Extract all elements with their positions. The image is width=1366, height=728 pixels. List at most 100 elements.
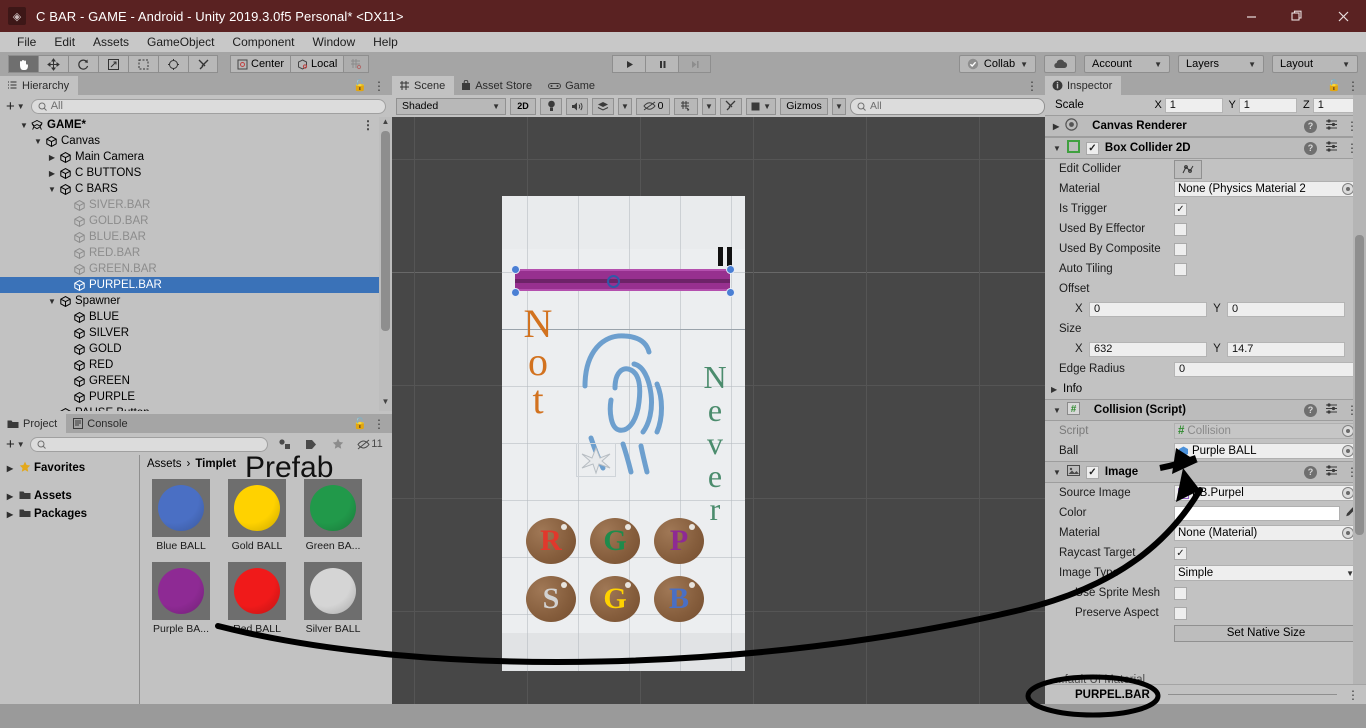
used-by-effector-checkbox[interactable] (1174, 222, 1187, 236)
hidden-packages-toggle[interactable]: 11 (354, 436, 386, 452)
scale-x-field[interactable]: 1 (1164, 97, 1223, 113)
hierarchy-item-gold[interactable]: ▶GOLD (0, 341, 392, 357)
close-button[interactable] (1320, 0, 1366, 32)
chevron-down-icon[interactable]: ▼ (18, 121, 30, 130)
rotate-tool-icon[interactable] (68, 55, 98, 73)
gizmo-handle-bl[interactable] (511, 288, 520, 297)
hand-tool-icon[interactable] (8, 55, 38, 73)
filter-by-type-icon[interactable] (273, 436, 295, 452)
chevron-right-icon[interactable]: ▶ (1051, 385, 1063, 394)
edit-collider-button[interactable] (1174, 159, 1202, 179)
hierarchy-item-pause-button[interactable]: ▶PAUSE Button (0, 405, 392, 411)
transform-tool-icon[interactable] (158, 55, 188, 73)
hierarchy-menu-icon[interactable]: ⋮ (373, 80, 385, 92)
maximize-button[interactable] (1274, 0, 1320, 32)
chevron-right-icon[interactable]: ▶ (46, 153, 58, 162)
collider-material-field[interactable]: None (Physics Material 2 (1174, 181, 1358, 197)
hierarchy-item-purpel-bar[interactable]: ▶PURPEL.BAR (0, 277, 392, 293)
tab-inspector[interactable]: Inspector (1045, 76, 1122, 95)
preset-icon[interactable] (1325, 403, 1338, 417)
pivot-mode-button[interactable]: Center (230, 55, 291, 73)
coin-g-4[interactable]: G (590, 576, 640, 622)
tab-scene[interactable]: Scene (392, 76, 455, 95)
asset-item[interactable]: Green BA... (304, 479, 362, 552)
chevron-right-icon[interactable]: ▶ (4, 464, 16, 473)
help-icon[interactable]: ? (1304, 465, 1317, 479)
scene-fx-dropdown[interactable]: ▼ (618, 97, 632, 115)
pause-button[interactable] (645, 55, 678, 73)
preserve-aspect-checkbox[interactable] (1174, 606, 1187, 620)
source-image-field[interactable]: BB.Purpel (1174, 485, 1358, 501)
size-x-field[interactable]: 632 (1089, 341, 1207, 357)
scene-context-menu-icon[interactable]: ⋮ (362, 119, 374, 131)
project-tree-item-favorites[interactable]: ▶ Favorites (0, 459, 139, 477)
gizmos-button[interactable]: Gizmos (780, 97, 828, 115)
gizmo-handle-tl[interactable] (511, 265, 520, 274)
tab-hierarchy[interactable]: Hierarchy (0, 76, 79, 95)
footer-menu-icon[interactable]: ⋮ (1347, 689, 1366, 701)
play-button[interactable] (612, 55, 645, 73)
help-icon[interactable]: ? (1304, 403, 1317, 417)
gizmos-dropdown[interactable]: ▼ (832, 97, 846, 115)
scene-viewport[interactable]: Not Never R G P S G B (392, 117, 1045, 723)
raycast-target-checkbox[interactable]: ✓ (1174, 546, 1187, 560)
hierarchy-item-green[interactable]: ▶GREEN (0, 373, 392, 389)
scene-hidden-objects-toggle[interactable]: 0 (636, 97, 670, 115)
project-asset-grid[interactable]: Assets › Timplet Prefab Blue BALL Gold BA… (140, 451, 392, 704)
coin-r-0[interactable]: R (526, 518, 576, 564)
chevron-right-icon[interactable]: ▶ (46, 169, 58, 178)
lock-icon[interactable]: 🔓 (353, 417, 367, 430)
offset-y-field[interactable]: 0 (1227, 301, 1345, 317)
gizmo-handle-tr[interactable] (726, 265, 735, 274)
hierarchy-item-purple[interactable]: ▶PURPLE (0, 389, 392, 405)
account-button[interactable]: Account ▼ (1084, 55, 1170, 73)
project-tree-item-assets[interactable]: ▶ Assets (0, 487, 139, 505)
image-enabled-checkbox[interactable]: ✓ (1085, 465, 1099, 479)
chevron-down-icon[interactable]: ▼ (1053, 406, 1061, 415)
coin-b-5[interactable]: B (654, 576, 704, 622)
project-folder-tree[interactable]: ▶ Favorites ▶ Assets ▶ Packages (0, 455, 140, 704)
move-tool-icon[interactable] (38, 55, 68, 73)
custom-tool-icon[interactable] (188, 55, 218, 73)
hierarchy-item-green-bar[interactable]: ▶GREEN.BAR (0, 261, 392, 277)
hierarchy-item-blue[interactable]: ▶BLUE (0, 309, 392, 325)
step-button[interactable] (678, 55, 711, 73)
hierarchy-item-gold-bar[interactable]: ▶GOLD.BAR (0, 213, 392, 229)
asset-thumbnail[interactable] (304, 562, 362, 620)
scale-y-field[interactable]: 1 (1238, 97, 1297, 113)
coin-p-2[interactable]: P (654, 518, 704, 564)
hierarchy-item-spawner[interactable]: ▼ Spawner (0, 293, 392, 309)
auto-tiling-checkbox[interactable] (1174, 262, 1187, 276)
project-search-input[interactable] (29, 436, 268, 452)
tab-console[interactable]: Console (66, 414, 137, 433)
hierarchy-item-red-bar[interactable]: ▶RED.BAR (0, 245, 392, 261)
scroll-down-arrow-icon[interactable]: ▼ (379, 397, 392, 411)
scene-grid-icon[interactable] (674, 97, 698, 115)
asset-thumbnail[interactable] (152, 479, 210, 537)
hierarchy-item-canvas[interactable]: ▼ Canvas (0, 133, 392, 149)
image-material-field[interactable]: None (Material) (1174, 525, 1358, 541)
scene-menu-icon[interactable]: ⋮ (1026, 80, 1038, 92)
tab-asset-store[interactable]: Asset Store (454, 76, 542, 95)
set-native-size-button[interactable]: Set Native Size (1174, 624, 1358, 642)
breadcrumb-assets[interactable]: Assets (147, 458, 182, 470)
asset-thumbnail[interactable] (152, 562, 210, 620)
asset-thumbnail[interactable] (228, 479, 286, 537)
hierarchy-item-silver[interactable]: ▶SILVER (0, 325, 392, 341)
scale-tool-icon[interactable] (98, 55, 128, 73)
help-icon[interactable]: ? (1304, 119, 1317, 133)
asset-item[interactable]: Red BALL (228, 562, 286, 635)
asset-item[interactable]: Silver BALL (304, 562, 362, 635)
filter-by-label-icon[interactable] (300, 436, 322, 452)
collab-button[interactable]: Collab ▼ (958, 55, 1036, 73)
preset-icon[interactable] (1325, 141, 1338, 155)
layout-button[interactable]: Layout ▼ (1272, 55, 1358, 73)
menu-help[interactable]: Help (364, 33, 407, 51)
breadcrumb-timplet[interactable]: Timplet (195, 458, 236, 470)
use-sprite-mesh-checkbox[interactable] (1174, 586, 1187, 600)
project-tree-item-packages[interactable]: ▶ Packages (0, 505, 139, 523)
gizmo-pivot-icon[interactable] (607, 275, 620, 288)
chevron-right-icon[interactable]: ▶ (4, 492, 16, 501)
project-menu-icon[interactable]: ⋮ (373, 418, 385, 430)
scene-audio-icon[interactable] (566, 97, 588, 115)
